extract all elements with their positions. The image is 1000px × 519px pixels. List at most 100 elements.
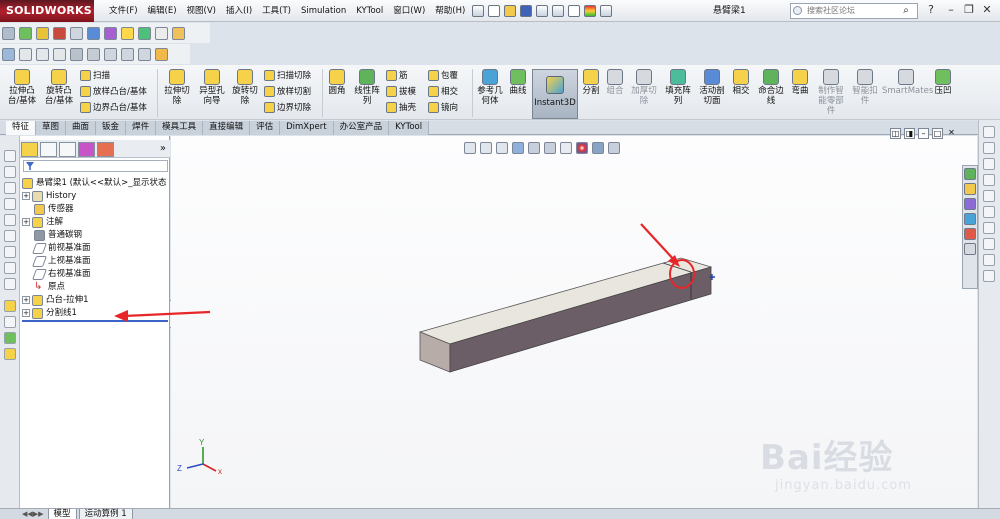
tree-item-sensors[interactable]: 传感器 [22,203,74,215]
options-icon[interactable] [600,5,613,17]
menu-insert[interactable]: 插入(I) [221,0,257,22]
strip-tool-icon[interactable] [4,214,16,226]
task-tool-icon[interactable] [983,254,995,266]
strip-tool-icon[interactable] [4,262,16,274]
indent-button[interactable]: 压凹 [932,69,954,96]
filter2-icon[interactable] [104,47,117,61]
expand-icon[interactable]: + [22,309,30,317]
help-button[interactable]: ? [924,2,938,18]
strip-tool-icon[interactable] [4,348,16,360]
tab-motion-study[interactable]: 运动算例 1 [78,508,133,519]
thicken-cut-button[interactable]: 加厚切 除 [628,69,660,106]
shell-button[interactable]: 抽壳 [386,102,416,114]
display-manager-tab-icon[interactable] [97,141,114,157]
custom-properties-icon[interactable] [964,243,976,255]
close-button[interactable]: ✕ [980,2,994,18]
tree-item-right-plane[interactable]: 右视基准面 [22,268,91,280]
task-tool-icon[interactable] [983,190,995,202]
swept-cut-button[interactable]: 扫描切除 [264,70,311,82]
tree-filter-input[interactable] [23,160,168,172]
strip-tool-icon[interactable] [4,278,16,290]
tab-scroll-icon[interactable]: ◀◀▶▶ [22,510,44,518]
grid3-icon[interactable] [87,47,100,61]
display-icon[interactable] [138,26,151,40]
grid-icon[interactable] [172,26,185,40]
sweep-button[interactable]: 扫描 [80,70,110,82]
task-tool-icon[interactable] [983,126,995,138]
loft-boss-button[interactable]: 放样凸台/基体 [80,86,147,98]
layers-icon[interactable] [121,47,134,61]
revolve-cut-button[interactable]: 旋转切 除 [230,69,260,106]
linear-pattern-button[interactable]: 线性阵 列 [352,69,382,106]
task-tool-icon[interactable] [983,142,995,154]
grid2-icon[interactable] [70,47,83,61]
menu-simulation[interactable]: Simulation [296,0,351,22]
configuration-tab-icon[interactable] [59,141,76,157]
tree-item-annotations[interactable]: + 注解 [22,216,63,228]
tree-item-front-plane[interactable]: 前视基准面 [22,242,91,254]
extrude-cut-button[interactable]: 拉伸切 除 [162,69,192,106]
tab-mold-tools[interactable]: 模具工具 [156,120,204,135]
zoom-icon[interactable] [2,47,15,61]
menu-tools[interactable]: 工具(T) [257,0,296,22]
draft-button[interactable]: 拔模 [386,86,416,98]
tab-office-products[interactable]: 办公室产品 [333,120,390,135]
hide-show-icon[interactable] [155,26,168,40]
task-tool-icon[interactable] [983,206,995,218]
tree-item-boss-extrude[interactable]: + 凸台-拉伸1 [22,294,88,306]
tab-surfaces[interactable]: 曲面 [66,120,97,135]
strip-tool-icon[interactable] [4,332,16,344]
table-icon[interactable] [138,47,151,61]
tree-item-history[interactable]: + History [22,190,76,202]
pin-icon[interactable] [472,5,485,17]
mass-icon[interactable] [53,47,66,61]
shaded-icon[interactable] [87,26,100,40]
open-icon[interactable] [504,5,517,17]
file-explorer-icon[interactable] [964,198,976,210]
strip-tool-icon[interactable] [4,182,16,194]
search-go-icon[interactable]: ⌕ [896,4,916,18]
strip-tool-icon[interactable] [4,198,16,210]
property-manager-tab-icon[interactable] [40,141,57,157]
menu-help[interactable]: 帮助(H) [430,0,470,22]
expand-panel-icon[interactable]: » [160,143,166,154]
tab-features[interactable]: 特征 [6,120,37,135]
fillet-button[interactable]: 圆角 [326,69,348,96]
task-tool-icon[interactable] [983,174,995,186]
solidworks-logo[interactable]: SOLIDWORKS [0,0,94,22]
dimension-icon[interactable] [36,26,49,40]
tab-model[interactable]: 模型 [47,508,77,519]
tab-sketch[interactable]: 草图 [36,120,67,135]
appearances-icon[interactable] [964,228,976,240]
color-icon[interactable] [155,47,168,61]
split-button[interactable]: 分割 [580,69,602,96]
strip-tool-icon[interactable] [4,316,16,328]
revolve-boss-button[interactable]: 旋转凸 台/基体 [42,69,76,106]
fill-pattern-button[interactable]: 填充阵 列 [662,69,694,106]
strip-tool-icon[interactable] [4,246,16,258]
wrap-button[interactable]: 包覆 [428,70,458,82]
menu-file[interactable]: 文件(F) [104,0,143,22]
intersect2-button[interactable]: 相交 [730,69,752,96]
print-icon[interactable] [536,5,549,17]
intersect-button[interactable]: 相交 [428,86,458,98]
smartmates-button[interactable]: SmartMates [882,69,933,96]
task-tool-icon[interactable] [983,158,995,170]
strip-tool-icon[interactable] [4,150,16,162]
new-doc-icon[interactable] [488,5,501,17]
rib-button[interactable]: 筋 [386,70,408,82]
flex-button[interactable]: 弯曲 [788,69,812,96]
extrude-boss-button[interactable]: 拉伸凸 台/基体 [6,69,38,106]
measure-icon[interactable] [36,47,49,61]
combine-button[interactable]: 组合 [604,69,626,96]
tree-item-material[interactable]: 普通碳钢 [22,229,82,241]
appearance-icon[interactable] [121,26,134,40]
menu-window[interactable]: 窗口(W) [388,0,430,22]
menu-view[interactable]: 视图(V) [182,0,221,22]
isometric-icon[interactable] [2,26,15,40]
hole-wizard-button[interactable]: 异型孔 向导 [196,69,228,106]
mirror-button[interactable]: 镜向 [428,102,458,114]
rebuild-icon[interactable] [584,5,597,17]
restore-button[interactable]: ❐ [962,2,976,18]
tab-evaluate[interactable]: 评估 [250,120,281,135]
